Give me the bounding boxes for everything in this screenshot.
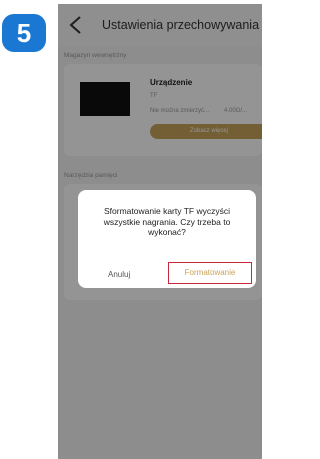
format-confirm-dialog: Sformatowanie karty TF wyczyści wszystki… — [78, 190, 256, 288]
step-number-badge: 5 — [2, 14, 46, 52]
dialog-message: Sformatowanie karty TF wyczyści wszystki… — [103, 206, 231, 237]
cancel-button[interactable]: Anuluj — [108, 270, 130, 279]
format-button[interactable]: Formatowanie — [168, 262, 252, 284]
phone-screen: Ustawienia przechowywania Magazyn wewnęt… — [58, 4, 262, 459]
